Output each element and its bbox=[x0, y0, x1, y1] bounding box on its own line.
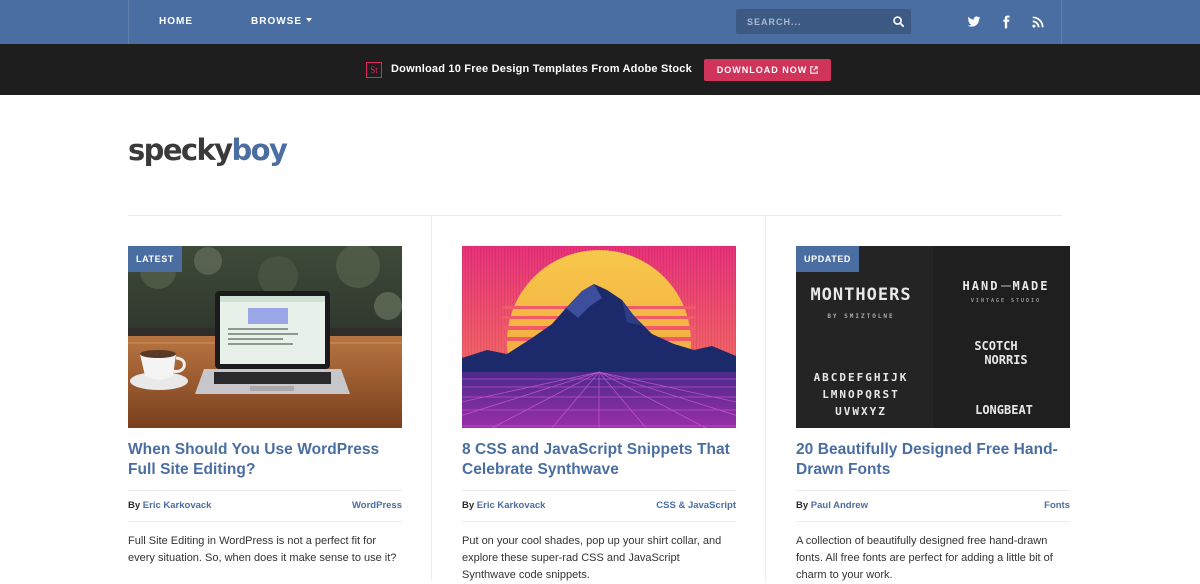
font-sample-hand: HAND bbox=[963, 279, 1000, 293]
article-card: LATEST When Should You Use WordPress Ful… bbox=[128, 246, 402, 567]
facebook-icon[interactable] bbox=[999, 15, 1013, 29]
byline-prefix: By bbox=[128, 500, 143, 511]
font-sample-alphabet-3: UVWXYZ bbox=[835, 405, 887, 418]
updated-badge: UPDATED bbox=[796, 246, 860, 272]
header-divider bbox=[128, 215, 1062, 216]
search-input[interactable] bbox=[736, 9, 886, 34]
top-nav: HOME BROWSE bbox=[0, 0, 1200, 44]
latest-badge: LATEST bbox=[128, 246, 182, 272]
font-sample-made: MADE bbox=[1013, 279, 1050, 293]
category-link[interactable]: Fonts bbox=[1044, 491, 1070, 521]
article-card: UPDATED MONTHOERS BY SMIZTOLNE ABCDEFGHI… bbox=[796, 246, 1070, 584]
nav-container: HOME BROWSE bbox=[128, 0, 1062, 44]
download-now-button[interactable]: DOWNLOAD NOW bbox=[704, 59, 831, 81]
font-sample-alphabet-2: LMNOPQRST bbox=[822, 388, 900, 401]
laptop-desk-photo bbox=[128, 246, 402, 428]
font-sample-byline: BY SMIZTOLNE bbox=[827, 313, 894, 320]
byline-prefix: By bbox=[796, 500, 811, 511]
article-excerpt: A collection of beautifully designed fre… bbox=[796, 535, 1053, 581]
adobe-stock-logo: St bbox=[366, 62, 382, 78]
article-thumbnail[interactable] bbox=[462, 246, 736, 428]
article-meta: By Eric Karkovack WordPress bbox=[128, 490, 402, 522]
font-sample-longbeat: LONGBEAT bbox=[975, 403, 1033, 417]
article-meta: By Paul Andrew Fonts bbox=[796, 490, 1070, 522]
article-excerpt: Put on your cool shades, pop up your shi… bbox=[462, 535, 722, 581]
article-title-link[interactable]: 8 CSS and JavaScript Snippets That Celeb… bbox=[462, 440, 736, 480]
font-sample-norris: NORRIS bbox=[984, 353, 1027, 367]
logo-text-part1: specky bbox=[128, 133, 233, 167]
author-link[interactable]: Eric Karkovack bbox=[477, 500, 546, 511]
site-logo[interactable]: speckyboy bbox=[128, 133, 288, 173]
column-divider bbox=[765, 216, 766, 581]
article-excerpt: Full Site Editing in WordPress is not a … bbox=[128, 535, 397, 564]
promo-bar: St Download 10 Free Design Templates Fro… bbox=[0, 44, 1200, 95]
article-meta: By Eric Karkovack CSS & JavaScript bbox=[462, 490, 736, 522]
author-link[interactable]: Eric Karkovack bbox=[143, 500, 212, 511]
font-sample-alphabet-1: ABCDEFGHIJK bbox=[814, 371, 909, 384]
category-link[interactable]: CSS & JavaScript bbox=[656, 491, 736, 521]
article-card: 8 CSS and JavaScript Snippets That Celeb… bbox=[462, 246, 736, 584]
category-link[interactable]: WordPress bbox=[352, 491, 402, 521]
article-title-link[interactable]: When Should You Use WordPress Full Site … bbox=[128, 440, 402, 480]
article-title-link[interactable]: 20 Beautifully Designed Free Hand-Drawn … bbox=[796, 440, 1070, 480]
search-box bbox=[736, 9, 911, 34]
nav-browse-menu[interactable]: BROWSE bbox=[251, 0, 312, 44]
font-sample-monthoers: MONTHOERS bbox=[810, 285, 911, 305]
column-divider bbox=[431, 216, 432, 581]
font-sample-vintage: VINTAGE STUDIO bbox=[971, 298, 1041, 304]
rss-icon[interactable] bbox=[1031, 15, 1045, 29]
nav-home-link[interactable]: HOME bbox=[159, 0, 193, 44]
logo-text-part2: boy bbox=[231, 133, 287, 167]
byline-prefix: By bbox=[462, 500, 477, 511]
twitter-icon[interactable] bbox=[967, 15, 981, 29]
article-thumbnail[interactable]: LATEST bbox=[128, 246, 402, 428]
article-thumbnail[interactable]: UPDATED MONTHOERS BY SMIZTOLNE ABCDEFGHI… bbox=[796, 246, 1070, 428]
search-icon[interactable] bbox=[892, 15, 905, 28]
download-now-label: DOWNLOAD NOW bbox=[716, 65, 808, 75]
chevron-down-icon bbox=[306, 18, 312, 22]
font-sample-scotch: SCOTCH bbox=[974, 339, 1017, 353]
author-link[interactable]: Paul Andrew bbox=[811, 500, 868, 511]
promo-text: Download 10 Free Design Templates From A… bbox=[391, 63, 692, 75]
synthwave-sunset-image bbox=[462, 246, 736, 428]
external-link-icon bbox=[810, 66, 818, 74]
nav-browse-label: BROWSE bbox=[251, 16, 302, 27]
hand-drawn-fonts-image: MONTHOERS BY SMIZTOLNE ABCDEFGHIJK LMNOP… bbox=[796, 246, 1070, 428]
